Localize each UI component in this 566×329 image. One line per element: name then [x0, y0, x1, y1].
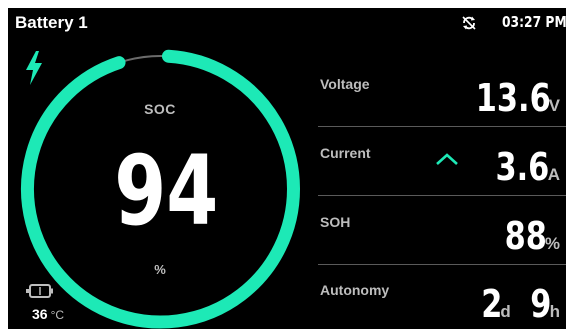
voltage-label: Voltage [320, 76, 370, 92]
autonomy-hours-value: 9 [530, 282, 552, 326]
soh-row: SOH 88% [318, 198, 566, 265]
temperature-value: 36 [32, 306, 48, 322]
clock: 03:27 PM [502, 13, 566, 31]
current-label: Current [320, 145, 371, 161]
soc-label: SOC [144, 101, 176, 117]
temperature-unit: °C [50, 308, 65, 322]
page-title: Battery 1 [15, 13, 88, 32]
battery-icon [26, 284, 53, 298]
soc-unit: % [154, 262, 166, 277]
autonomy-row: Autonomy 2d 9h [318, 266, 566, 329]
voltage-value: 13.6 [475, 76, 551, 120]
autonomy-days-value: 2 [481, 282, 503, 326]
battery-screen: Battery 1 03:27 PM SOC 94 % 36 °C Voltage… [8, 8, 566, 329]
current-unit: A [547, 165, 560, 184]
chevron-up-icon [436, 153, 458, 165]
sync-off-icon [462, 16, 476, 30]
soh-label: SOH [320, 214, 351, 230]
current-row: Current 3.6A [318, 129, 566, 196]
autonomy-label: Autonomy [320, 282, 390, 298]
voltage-row: Voltage 13.6V [318, 60, 566, 127]
current-value: 3.6 [495, 145, 550, 189]
temperature-readout: 36 °C [32, 306, 64, 322]
soh-value: 88 [504, 214, 547, 258]
soc-value: 94 [114, 135, 219, 247]
soh-unit: % [544, 234, 560, 253]
